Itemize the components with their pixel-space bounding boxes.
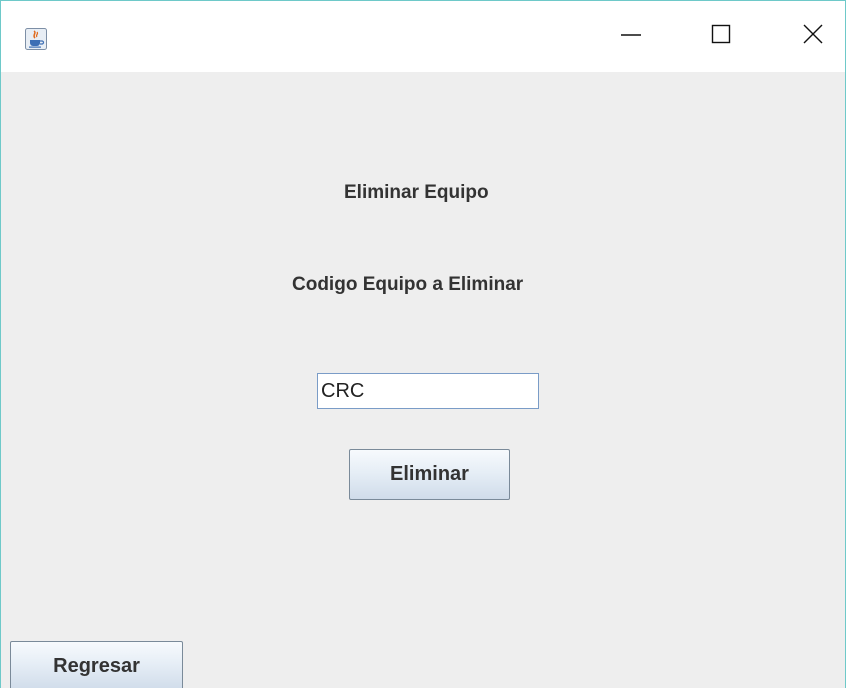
app-window: Eliminar Equipo Codigo Equipo a Eliminar… [0, 0, 846, 688]
minimize-icon [620, 23, 642, 50]
maximize-icon [710, 23, 732, 50]
back-button[interactable]: Regresar [10, 641, 183, 688]
code-label: Codigo Equipo a Eliminar [292, 274, 524, 295]
form-panel: Eliminar Equipo Codigo Equipo a Eliminar… [1, 72, 845, 688]
delete-button[interactable]: Eliminar [349, 449, 510, 500]
title-bar[interactable] [1, 1, 845, 72]
form-title: Eliminar Equipo [344, 182, 489, 203]
maximize-button[interactable] [691, 1, 751, 72]
close-icon [802, 23, 824, 50]
minimize-button[interactable] [601, 1, 661, 72]
code-input[interactable] [317, 373, 539, 409]
java-cup-icon[interactable] [25, 28, 47, 50]
close-button[interactable] [783, 1, 843, 72]
